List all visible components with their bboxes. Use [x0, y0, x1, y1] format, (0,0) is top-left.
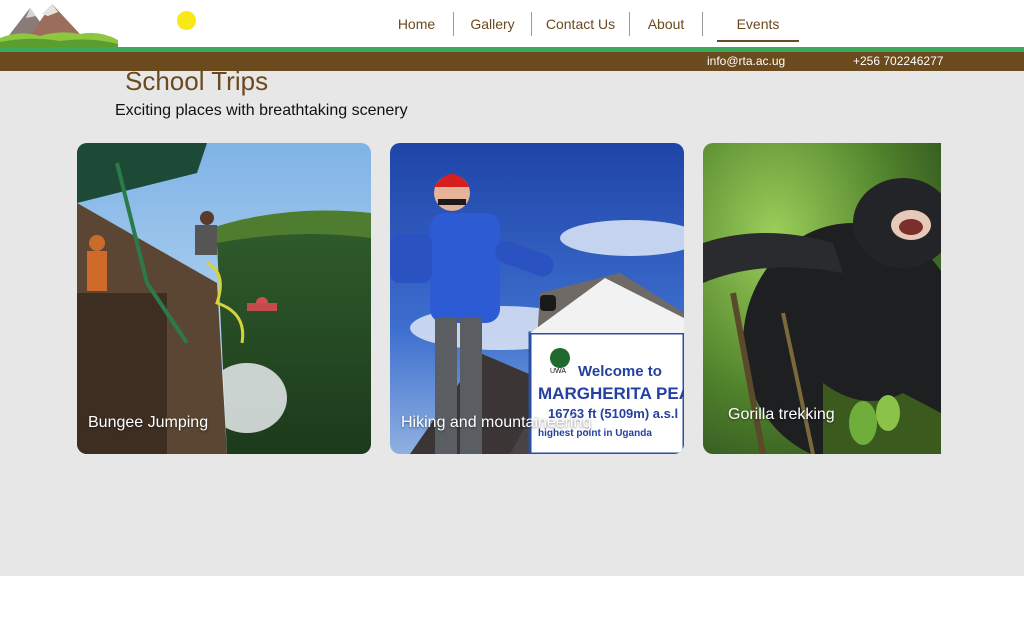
nav-divider: [702, 12, 703, 36]
mountain-logo-icon[interactable]: [0, 0, 118, 47]
main-nav: Home Gallery Contact Us About Events: [380, 9, 799, 42]
trip-card-hiking[interactable]: Welcome to MARGHERITA PEAK 16763 ft (510…: [390, 143, 684, 454]
sign-line-welcome: Welcome to: [578, 363, 662, 380]
hiking-photo: Welcome to MARGHERITA PEAK 16763 ft (510…: [390, 143, 684, 454]
main-content: School Trips Exciting places with breath…: [0, 66, 1024, 576]
nav-contact-link[interactable]: Contact Us: [532, 12, 629, 36]
nav-gallery-link[interactable]: Gallery: [454, 12, 531, 36]
sun-icon: [177, 11, 196, 30]
page-title: School Trips: [125, 66, 269, 96]
page-subtitle: Exciting places with breathtaking scener…: [115, 102, 408, 119]
trip-card-label: Gorilla trekking: [728, 406, 835, 423]
trip-card-label: Hiking and mountaineering: [401, 414, 592, 431]
site-header: Home Gallery Contact Us About Events: [0, 0, 1024, 47]
trip-card-label: Bungee Jumping: [88, 414, 209, 431]
nav-about-link[interactable]: About: [630, 12, 702, 36]
contact-phone[interactable]: +256 702246277: [853, 52, 943, 71]
sign-badge: UWA: [550, 368, 566, 375]
bungee-photo: [77, 143, 371, 454]
trip-card-bungee[interactable]: Bungee Jumping: [77, 143, 371, 454]
nav-events-link[interactable]: Events: [717, 12, 799, 42]
sign-line-peak: MARGHERITA PEAK: [538, 384, 684, 403]
trip-cards: Bungee Jumping Welcome to MARGHERITA PE …: [77, 142, 941, 455]
trip-card-gorilla[interactable]: Gorilla trekking: [703, 143, 941, 454]
nav-home-link[interactable]: Home: [380, 12, 453, 36]
page: Home Gallery Contact Us About Events inf…: [0, 0, 1024, 643]
contact-email[interactable]: info@rta.ac.ug: [707, 52, 785, 71]
